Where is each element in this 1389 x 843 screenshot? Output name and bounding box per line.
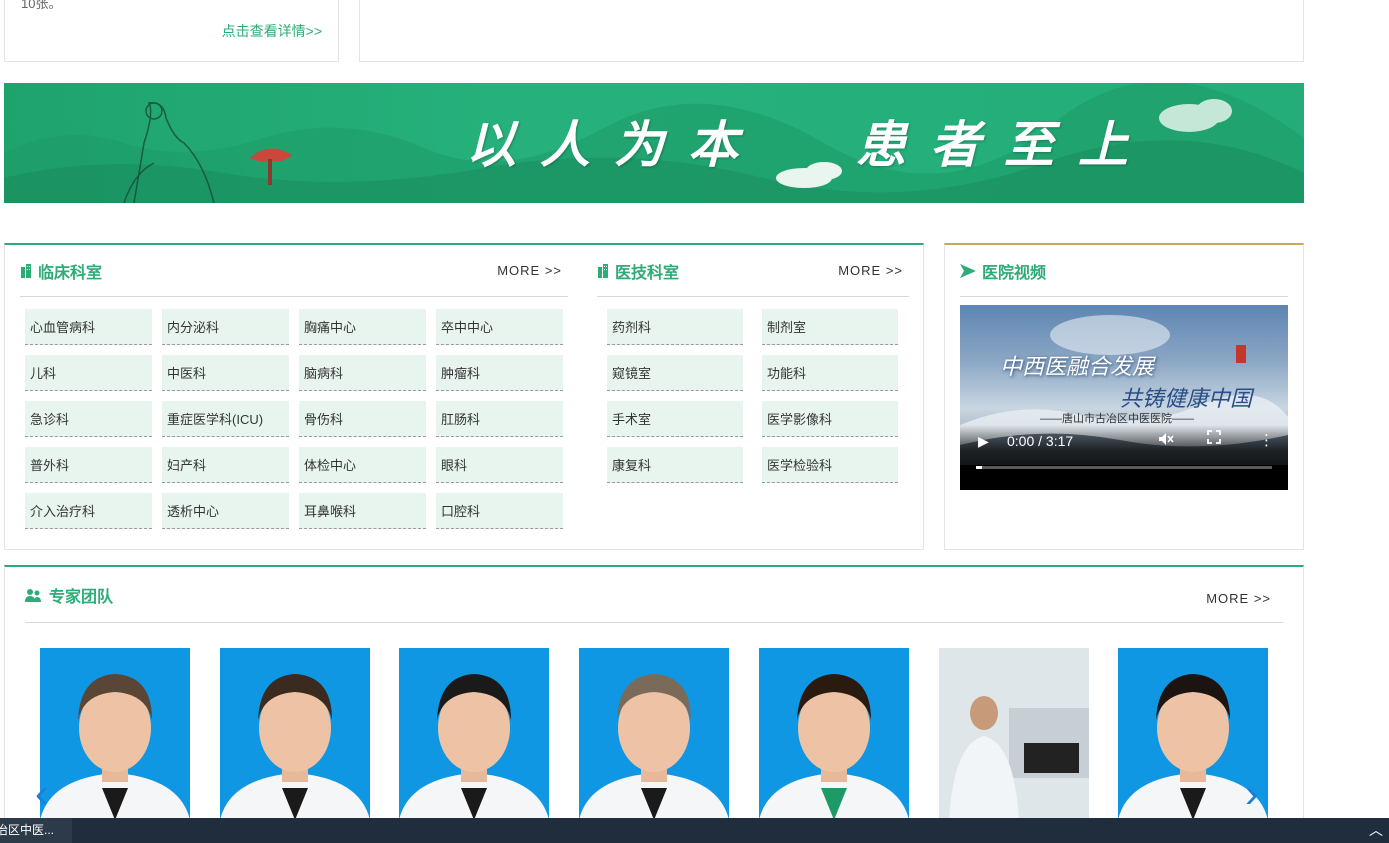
building-icon bbox=[21, 264, 31, 278]
fullscreen-icon[interactable] bbox=[1207, 430, 1221, 448]
doctor-photo[interactable] bbox=[938, 648, 1089, 820]
expert-title: 专家团队 bbox=[25, 583, 113, 607]
doctor-photo[interactable] bbox=[579, 648, 730, 820]
video-header: 医院视频 bbox=[960, 245, 1288, 297]
technical-dept-item[interactable]: 窥镜室 bbox=[607, 355, 743, 391]
technical-title: 医技科室 bbox=[597, 259, 679, 283]
video-panel: 医院视频 中西医融合发展 共铸健康中国 ——唐山市古冶区中医医院—— ▶ 0:0… bbox=[944, 243, 1304, 550]
departments-panel: 临床科室 MORE >> 心血管病科 内分泌科 胸痛中心 卒中中心儿科 中医科 脑病科 肿瘤… bbox=[4, 243, 924, 550]
video-time: 0:00 / 3:17 bbox=[1007, 433, 1074, 449]
doctor-portrait bbox=[758, 648, 909, 820]
technical-dept-item[interactable]: 药剂科 bbox=[607, 309, 743, 345]
clinical-more-link[interactable]: MORE >> bbox=[497, 263, 562, 278]
clinical-dept-item[interactable]: 眼科 bbox=[436, 447, 563, 483]
doctor-portrait bbox=[219, 648, 370, 820]
clinical-dept-item[interactable]: 急诊科 bbox=[25, 401, 152, 437]
clinical-dept-item[interactable]: 口腔科 bbox=[436, 493, 563, 529]
clinical-dept-item[interactable]: 内分泌科 bbox=[162, 309, 289, 345]
chevron-up-icon[interactable]: ︿ bbox=[1369, 820, 1383, 840]
news-snippet-right: · bbox=[384, 0, 388, 5]
bottom-tab[interactable]: 治区中医... bbox=[0, 818, 72, 843]
clinical-dept-item[interactable]: 心血管病科 bbox=[25, 309, 152, 345]
expand-icon bbox=[1207, 430, 1221, 444]
expert-more-link[interactable]: MORE >> bbox=[1206, 591, 1271, 606]
technical-dept-item[interactable]: 医学检验科 bbox=[762, 447, 898, 483]
doctor-photo[interactable] bbox=[219, 648, 370, 820]
technical-more-link[interactable]: MORE >> bbox=[838, 263, 903, 278]
technical-header: 医技科室 MORE >> bbox=[597, 245, 909, 297]
clinical-header: 临床科室 MORE >> bbox=[20, 245, 568, 297]
clinical-title-text: 临床科室 bbox=[38, 265, 103, 282]
clinical-dept-item[interactable]: 重症医学科(ICU) bbox=[162, 401, 289, 437]
news-card-right: · bbox=[359, 0, 1304, 62]
bottom-bar: 治区中医... ︿ bbox=[0, 818, 1389, 843]
expert-panel: 专家团队 MORE >> ‹ › bbox=[4, 565, 1304, 835]
clinical-dept-item[interactable]: 胸痛中心 bbox=[299, 309, 426, 345]
slogan-banner: 以人为本 患者至上 bbox=[4, 83, 1304, 203]
video-progress[interactable] bbox=[976, 466, 1272, 469]
clinical-dept-item[interactable]: 骨伤科 bbox=[299, 401, 426, 437]
video-caption-3: ——唐山市古冶区中医医院—— bbox=[1040, 413, 1194, 425]
mute-icon[interactable] bbox=[1158, 432, 1174, 449]
clinical-dept-item[interactable]: 中医科 bbox=[162, 355, 289, 391]
slogan-right: 患者至上 bbox=[856, 115, 1152, 174]
view-detail-link[interactable]: 点击查看详情>> bbox=[222, 21, 322, 41]
building-icon bbox=[598, 264, 608, 278]
doctor-portrait bbox=[399, 648, 550, 820]
clinical-dept-item[interactable]: 儿科 bbox=[25, 355, 152, 391]
doctor-portrait bbox=[40, 648, 190, 820]
carousel-next-icon[interactable]: › bbox=[1245, 772, 1258, 817]
expert-title-text: 专家团队 bbox=[49, 589, 114, 606]
more-options-icon[interactable]: ⋮ bbox=[1259, 431, 1274, 449]
clinical-dept-item[interactable]: 介入治疗科 bbox=[25, 493, 152, 529]
news-card-left: 10张。 点击查看详情>> bbox=[4, 0, 339, 62]
video-caption-1: 中西医融合发展 bbox=[1000, 355, 1155, 380]
video-progress-fill bbox=[976, 466, 982, 469]
video-title: 医院视频 bbox=[960, 259, 1046, 283]
video-player[interactable]: 中西医融合发展 共铸健康中国 ——唐山市古冶区中医医院—— ▶ 0:00 / 3… bbox=[960, 305, 1288, 490]
video-caption-2: 共铸健康中国 bbox=[1120, 387, 1253, 412]
clinical-title: 临床科室 bbox=[20, 259, 102, 283]
clinical-dept-item[interactable]: 普外科 bbox=[25, 447, 152, 483]
clinical-dept-item[interactable]: 透析中心 bbox=[162, 493, 289, 529]
video-title-text: 医院视频 bbox=[982, 265, 1047, 282]
clinical-dept-item[interactable]: 体检中心 bbox=[299, 447, 426, 483]
technical-dept-item[interactable]: 医学影像科 bbox=[762, 401, 898, 437]
doctor-portrait bbox=[938, 648, 1089, 820]
play-arrow-icon bbox=[960, 264, 976, 278]
technical-dept-item[interactable]: 康复科 bbox=[607, 447, 743, 483]
clinical-dept-item[interactable]: 耳鼻喉科 bbox=[299, 493, 426, 529]
news-snippet: 10张。 bbox=[21, 0, 62, 11]
doctor-photo[interactable] bbox=[758, 648, 909, 820]
expert-header: 专家团队 MORE >> bbox=[25, 567, 1283, 623]
volume-muted-icon bbox=[1159, 433, 1174, 445]
clinical-dept-item[interactable]: 肿瘤科 bbox=[436, 355, 563, 391]
slogan-left: 以人为本 bbox=[466, 115, 762, 174]
doctor-photo[interactable] bbox=[40, 648, 190, 820]
technical-dept-item[interactable]: 手术室 bbox=[607, 401, 743, 437]
technical-dept-item[interactable]: 制剂室 bbox=[762, 309, 898, 345]
doctor-portrait bbox=[579, 648, 730, 820]
team-icon bbox=[25, 589, 41, 602]
technical-title-text: 医技科室 bbox=[615, 265, 680, 282]
clinical-dept-item[interactable]: 脑病科 bbox=[299, 355, 426, 391]
clinical-dept-item[interactable]: 妇产科 bbox=[162, 447, 289, 483]
play-icon[interactable]: ▶ bbox=[978, 433, 989, 450]
clinical-dept-item[interactable]: 肛肠科 bbox=[436, 401, 563, 437]
doctor-photo[interactable] bbox=[399, 648, 550, 820]
carousel-prev-icon[interactable]: ‹ bbox=[35, 772, 48, 817]
technical-dept-item[interactable]: 功能科 bbox=[762, 355, 898, 391]
clinical-dept-item[interactable]: 卒中中心 bbox=[436, 309, 563, 345]
